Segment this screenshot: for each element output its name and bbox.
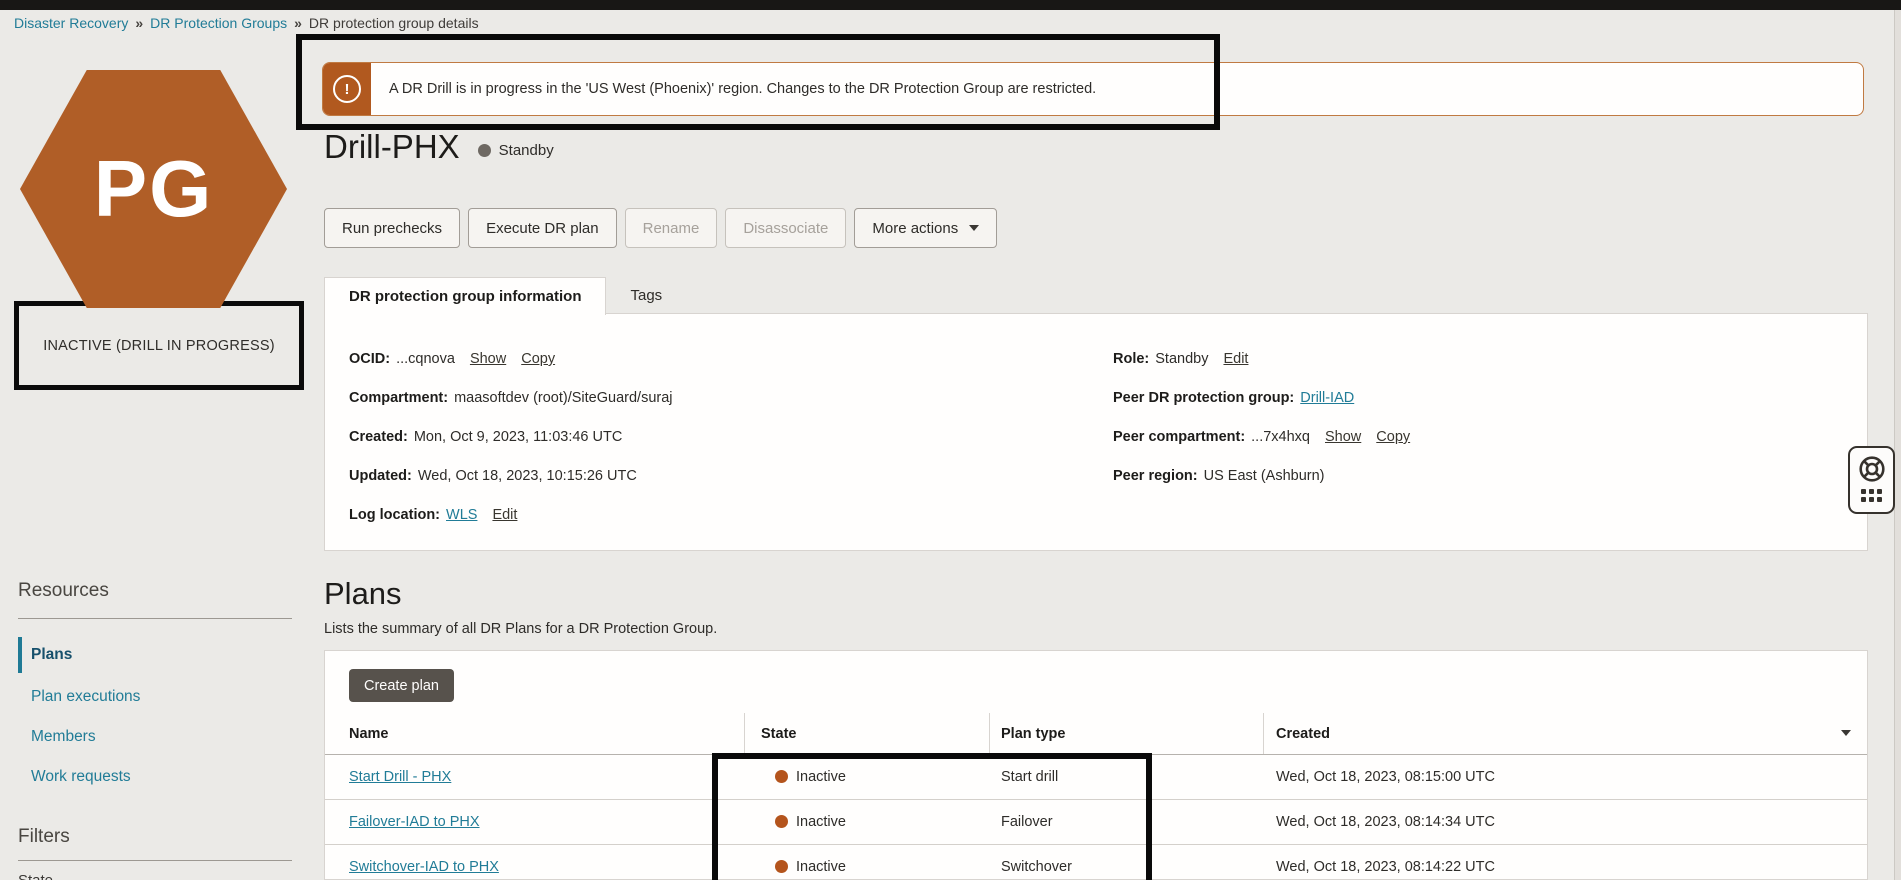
breadcrumb-link-disaster-recovery[interactable]: Disaster Recovery	[14, 15, 128, 31]
column-header-state[interactable]: State	[761, 713, 796, 754]
breadcrumb-separator: »	[135, 15, 144, 31]
more-actions-button[interactable]: More actions	[854, 208, 998, 248]
plan-type-value: Failover	[1001, 813, 1053, 830]
standby-label: Standby	[498, 141, 554, 159]
state-value: Inactive	[796, 768, 846, 785]
page-title: Drill-PHX	[324, 128, 460, 165]
disassociate-button[interactable]: Disassociate	[725, 208, 847, 248]
tab-dr-protection-group-information[interactable]: DR protection group information	[324, 277, 607, 315]
rename-button[interactable]: Rename	[624, 208, 718, 248]
field-created: Created: Mon, Oct 9, 2023, 11:03:46 UTC	[349, 429, 623, 445]
edit-log-location-link[interactable]: Edit	[492, 507, 517, 523]
state-filter-label: State	[18, 872, 53, 880]
field-peer-region: Peer region: US East (Ashburn)	[1113, 468, 1325, 484]
created-value: Wed, Oct 18, 2023, 08:15:00 UTC	[1276, 768, 1495, 785]
lifecycle-status-label: INACTIVE (DRILL IN PROGRESS)	[43, 337, 275, 354]
field-ocid: OCID: ...cqnova Show Copy	[349, 351, 556, 367]
state-dot-icon	[775, 770, 788, 783]
sidebar-item-plans[interactable]: Plans	[18, 637, 72, 673]
details-right-column: Role: Standby Edit Peer DR protection grou…	[1113, 350, 1410, 506]
state-dot-icon	[775, 860, 788, 873]
create-plan-button[interactable]: Create plan	[349, 669, 454, 702]
breadcrumb-separator: »	[294, 15, 302, 31]
banner-message: A DR Drill is in progress in the 'US Wes…	[389, 81, 1097, 97]
field-compartment: Compartment: maasoftdev (root)/SiteGuard/…	[349, 390, 673, 406]
resources-heading: Resources	[18, 580, 109, 601]
dr-protection-group-details-page: Disaster Recovery » DR Protection Groups…	[0, 0, 1901, 880]
edit-role-link[interactable]: Edit	[1223, 351, 1248, 367]
wls-link[interactable]: WLS	[446, 507, 477, 523]
help-widget[interactable]	[1848, 446, 1895, 514]
breadcrumb-link-dr-protection-groups[interactable]: DR Protection Groups	[150, 15, 287, 31]
created-value: Wed, Oct 18, 2023, 08:14:22 UTC	[1276, 858, 1495, 875]
details-left-column: OCID: ...cqnova Show Copy Compartment: maaso…	[349, 350, 673, 545]
field-log-location: Log location: WLS Edit	[349, 507, 518, 523]
divider	[18, 618, 292, 619]
plan-link[interactable]: Start Drill - PHX	[349, 769, 451, 785]
filters-heading: Filters	[18, 826, 70, 847]
plan-link[interactable]: Switchover-IAD to PHX	[349, 859, 499, 875]
pg-hexagon-icon: PG	[20, 70, 287, 308]
column-divider	[989, 713, 990, 754]
divider	[18, 860, 292, 861]
warning-icon-block: !	[323, 63, 371, 115]
plans-table-panel: Create plan Name State Plan type Created…	[324, 650, 1868, 880]
show-link[interactable]: Show	[470, 351, 506, 367]
alert-icon: !	[333, 75, 361, 103]
help-lifering-icon[interactable]	[1857, 454, 1887, 484]
table-row: Failover-IAD to PHX Inactive Failover We…	[325, 799, 1867, 845]
created-value: Wed, Oct 18, 2023, 08:14:34 UTC	[1276, 813, 1495, 830]
copy-link[interactable]: Copy	[1376, 429, 1410, 445]
breadcrumb: Disaster Recovery » DR Protection Groups…	[0, 10, 1901, 36]
table-header: Name State Plan type Created	[325, 713, 1867, 755]
state-value: Inactive	[796, 858, 846, 875]
more-actions-label: More actions	[872, 219, 959, 237]
dr-drill-warning-banner: ! A DR Drill is in progress in the 'US W…	[322, 62, 1864, 116]
execute-dr-plan-button[interactable]: Execute DR plan	[468, 208, 617, 248]
state-value: Inactive	[796, 813, 846, 830]
annotation-box-status: INACTIVE (DRILL IN PROGRESS)	[14, 301, 304, 390]
state-dot-icon	[775, 815, 788, 828]
sidebar-item-members[interactable]: Members	[31, 728, 96, 746]
plans-section-subtitle: Lists the summary of all DR Plans for a …	[324, 621, 718, 637]
column-divider	[1263, 713, 1264, 754]
plan-link[interactable]: Failover-IAD to PHX	[349, 814, 480, 830]
run-prechecks-button[interactable]: Run prechecks	[324, 208, 461, 248]
sidebar-item-work-requests[interactable]: Work requests	[31, 768, 131, 786]
chevron-down-icon	[969, 225, 980, 231]
field-role: Role: Standby Edit	[1113, 351, 1249, 367]
breadcrumb-current: DR protection group details	[308, 15, 479, 31]
column-header-created[interactable]: Created	[1276, 713, 1330, 754]
copy-link[interactable]: Copy	[521, 351, 555, 367]
role-status: Standby	[477, 136, 554, 159]
plans-section-title: Plans	[324, 576, 402, 611]
apps-grid-dots-icon[interactable]	[1861, 489, 1882, 502]
column-divider	[744, 713, 745, 754]
peer-group-link[interactable]: Drill-IAD	[1300, 390, 1354, 406]
tab-bar: DR protection group information Tags	[324, 277, 686, 315]
action-button-row: Run prechecks Execute DR plan Rename Dis…	[324, 208, 998, 248]
top-black-bar	[0, 0, 1901, 10]
sidebar-item-plan-executions[interactable]: Plan executions	[31, 688, 140, 706]
sort-caret-icon[interactable]	[1841, 730, 1851, 736]
plan-type-value: Switchover	[1001, 858, 1072, 875]
standby-dot-icon	[477, 143, 491, 157]
vertical-scrollbar[interactable]	[1894, 10, 1901, 880]
table-row: Switchover-IAD to PHX Inactive Switchove…	[325, 844, 1867, 879]
tab-tags[interactable]: Tags	[606, 277, 686, 314]
table-row: Start Drill - PHX Inactive Start drill W…	[325, 754, 1867, 800]
field-updated: Updated: Wed, Oct 18, 2023, 10:15:26 UTC	[349, 468, 637, 484]
column-header-name[interactable]: Name	[349, 713, 389, 754]
title-row: Drill-PHX Standby	[324, 128, 554, 166]
show-link[interactable]: Show	[1325, 429, 1361, 445]
avatar-label: PG	[93, 144, 214, 233]
plan-type-value: Start drill	[1001, 768, 1059, 785]
column-header-plan-type[interactable]: Plan type	[1001, 713, 1065, 754]
field-peer-dr-protection-group: Peer DR protection group: Drill-IAD	[1113, 390, 1355, 406]
field-peer-compartment: Peer compartment: ...7x4hxq Show Copy	[1113, 429, 1411, 445]
dr-protection-group-information-panel: OCID: ...cqnova Show Copy Compartment: maaso…	[324, 313, 1868, 551]
